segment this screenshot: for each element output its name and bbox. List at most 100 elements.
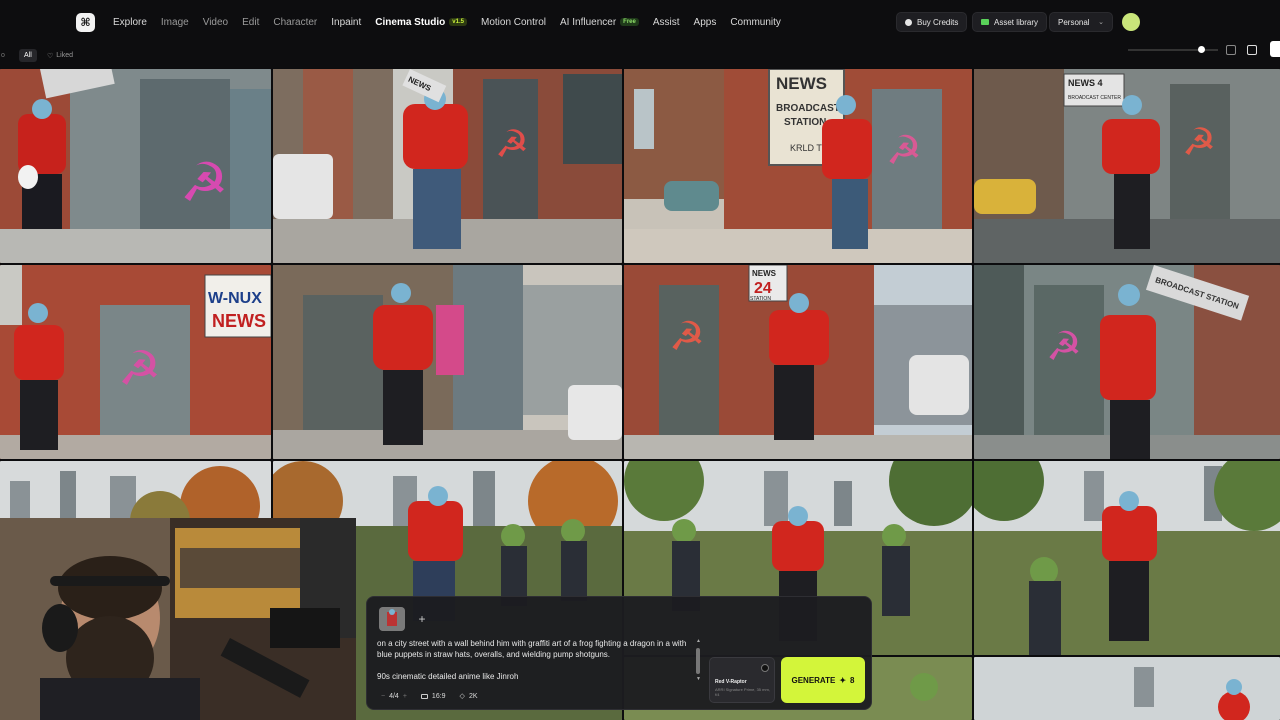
gallery-image[interactable]: NEWS BROADCAST STATION KRLD TV ☭ — [624, 69, 972, 263]
nav-cinema-studio[interactable]: Cinema Studio v1.5 — [368, 17, 474, 28]
gallery-image[interactable]: ☭ — [0, 69, 271, 263]
logo-icon: ⌘ — [80, 16, 91, 29]
gallery-image[interactable] — [974, 461, 1280, 655]
generate-label: GENERATE — [791, 675, 836, 685]
gallery-image[interactable] — [273, 265, 622, 459]
nav-apps[interactable]: Apps — [687, 17, 724, 28]
camera-lens-icon — [761, 664, 769, 672]
count-stepper[interactable]: − 4/4 + — [377, 689, 411, 703]
nav-label: Motion Control — [480, 16, 547, 28]
prompt-input[interactable]: on a city street with a wall behind him … — [377, 638, 695, 660]
resolution-value: 2K — [468, 692, 478, 700]
generate-cost: 8 — [850, 675, 855, 685]
gallery-image[interactable]: ☭ NEWS — [273, 69, 622, 263]
generated-image: BROADCAST STATION ☭ — [974, 265, 1280, 459]
sparkle-icon: ✦ — [839, 675, 847, 685]
nav-community[interactable]: Community — [723, 17, 788, 28]
filter-all-tab[interactable]: All — [19, 49, 37, 62]
buy-credits-button[interactable]: Buy Credits — [896, 12, 968, 32]
reference-image-thumbnail[interactable] — [379, 607, 405, 631]
camera-model-card[interactable]: Red V-Raptor ARRI Signature Prime, 35 mm… — [709, 657, 775, 703]
sign-text: NEWS — [212, 311, 266, 331]
svg-text:☭: ☭ — [1046, 324, 1082, 370]
asset-library-label: Asset library — [994, 17, 1039, 27]
scrollbar-thumb[interactable] — [696, 648, 700, 674]
nav-character[interactable]: Character — [266, 17, 324, 28]
app-logo[interactable]: ⌘ — [76, 13, 95, 32]
nav-edit[interactable]: Edit — [235, 17, 266, 28]
nav-label: Cinema Studio — [375, 16, 446, 28]
nav-video[interactable]: Video — [196, 17, 235, 28]
grid-view-icon[interactable] — [1247, 45, 1257, 55]
svg-text:☭: ☭ — [180, 151, 228, 214]
webcam-overlay — [0, 518, 356, 720]
count-value: 4/4 — [389, 692, 399, 700]
sign-text: STATION — [750, 296, 771, 302]
user-avatar[interactable] — [1122, 13, 1140, 31]
webcam-feed — [0, 518, 356, 720]
asset-library-button[interactable]: Asset library — [972, 12, 1048, 32]
nav-label: Character — [273, 16, 318, 28]
add-reference-button[interactable]: + — [412, 609, 432, 629]
nav-label: Edit — [242, 16, 260, 28]
prompt-scrollbar[interactable]: ▲ ▼ — [696, 638, 701, 682]
coin-icon — [905, 18, 912, 26]
workspace-select[interactable]: Personal ⌄ — [1049, 12, 1113, 32]
nav-label: Video — [202, 16, 229, 28]
expand-button[interactable] — [1270, 41, 1280, 57]
diamond-icon: ◇ — [459, 693, 465, 700]
chevron-down-icon: ⌄ — [1098, 19, 1104, 26]
generate-button[interactable]: GENERATE ✦ 8 — [781, 657, 865, 703]
gallery-image[interactable]: W-NUX NEWS ☭ — [0, 265, 271, 459]
nav-image[interactable]: Image — [154, 17, 196, 28]
svg-text:☭: ☭ — [669, 314, 705, 360]
sign-text: BROADCAST — [776, 103, 840, 114]
nav-label: AI Influencer — [560, 16, 617, 28]
sign-text: W-NUX — [208, 290, 262, 307]
filter-prev[interactable]: o — [0, 49, 10, 62]
generated-image: NEWS BROADCAST STATION KRLD TV ☭ — [624, 69, 972, 263]
gallery-image[interactable]: NEWS 24 STATION ☭ — [624, 265, 972, 459]
gallery-filter-bar: o All ♡ Liked — [0, 44, 1280, 68]
list-view-icon[interactable] — [1226, 45, 1236, 55]
aspect-ratio-select[interactable]: 16:9 — [417, 689, 450, 703]
sign-text: NEWS — [776, 74, 827, 93]
scroll-down-icon: ▼ — [696, 676, 701, 682]
nav-inpaint[interactable]: Inpaint — [324, 17, 368, 28]
slider-knob[interactable] — [1198, 46, 1205, 53]
top-navigation: ⌘ Explore Image Video Edit Character Inp… — [0, 0, 1280, 44]
generated-image — [974, 461, 1280, 655]
generated-image: ☭ — [0, 69, 271, 263]
generated-image: W-NUX NEWS ☭ — [0, 265, 271, 459]
minus-icon[interactable]: − — [381, 693, 385, 700]
scroll-up-icon: ▲ — [696, 638, 701, 644]
reference-image — [379, 607, 405, 631]
folder-icon — [981, 19, 989, 25]
generated-image: ☭ NEWS — [273, 69, 622, 263]
resolution-select[interactable]: ◇ 2K — [456, 689, 482, 703]
nav-label: Explore — [113, 16, 147, 28]
gallery-image[interactable]: NEWS 4 BROADCAST CENTER ☭ — [974, 69, 1280, 263]
nav-motion-control[interactable]: Motion Control — [474, 17, 553, 28]
nav-label: Apps — [693, 16, 717, 28]
sign-text: BROADCAST CENTER — [1068, 95, 1121, 101]
style-prompt-text[interactable]: 90s cinematic detailed anime like Jinroh — [377, 672, 518, 681]
svg-text:☭: ☭ — [118, 341, 161, 397]
filter-all-label: All — [24, 52, 32, 59]
filter-liked-tab[interactable]: ♡ Liked — [42, 49, 78, 62]
aspect-ratio-icon — [420, 693, 428, 699]
nav-assist[interactable]: Assist — [646, 17, 687, 28]
svg-text:☭: ☭ — [1182, 120, 1216, 164]
version-badge: v1.5 — [449, 18, 467, 26]
generated-image: NEWS 4 BROADCAST CENTER ☭ — [974, 69, 1280, 263]
free-badge: Free — [620, 18, 639, 26]
gallery-image[interactable]: BROADCAST STATION ☭ — [974, 265, 1280, 459]
gallery-image[interactable] — [974, 657, 1280, 720]
camera-model-name: Red V-Raptor — [715, 679, 747, 685]
nav-label: Image — [160, 16, 189, 28]
plus-icon: + — [418, 612, 426, 626]
nav-explore[interactable]: Explore — [106, 17, 154, 28]
nav-ai-influencer[interactable]: AI Influencer Free — [553, 17, 646, 28]
nav-label: Community — [730, 16, 781, 28]
plus-small-icon[interactable]: + — [403, 693, 407, 700]
